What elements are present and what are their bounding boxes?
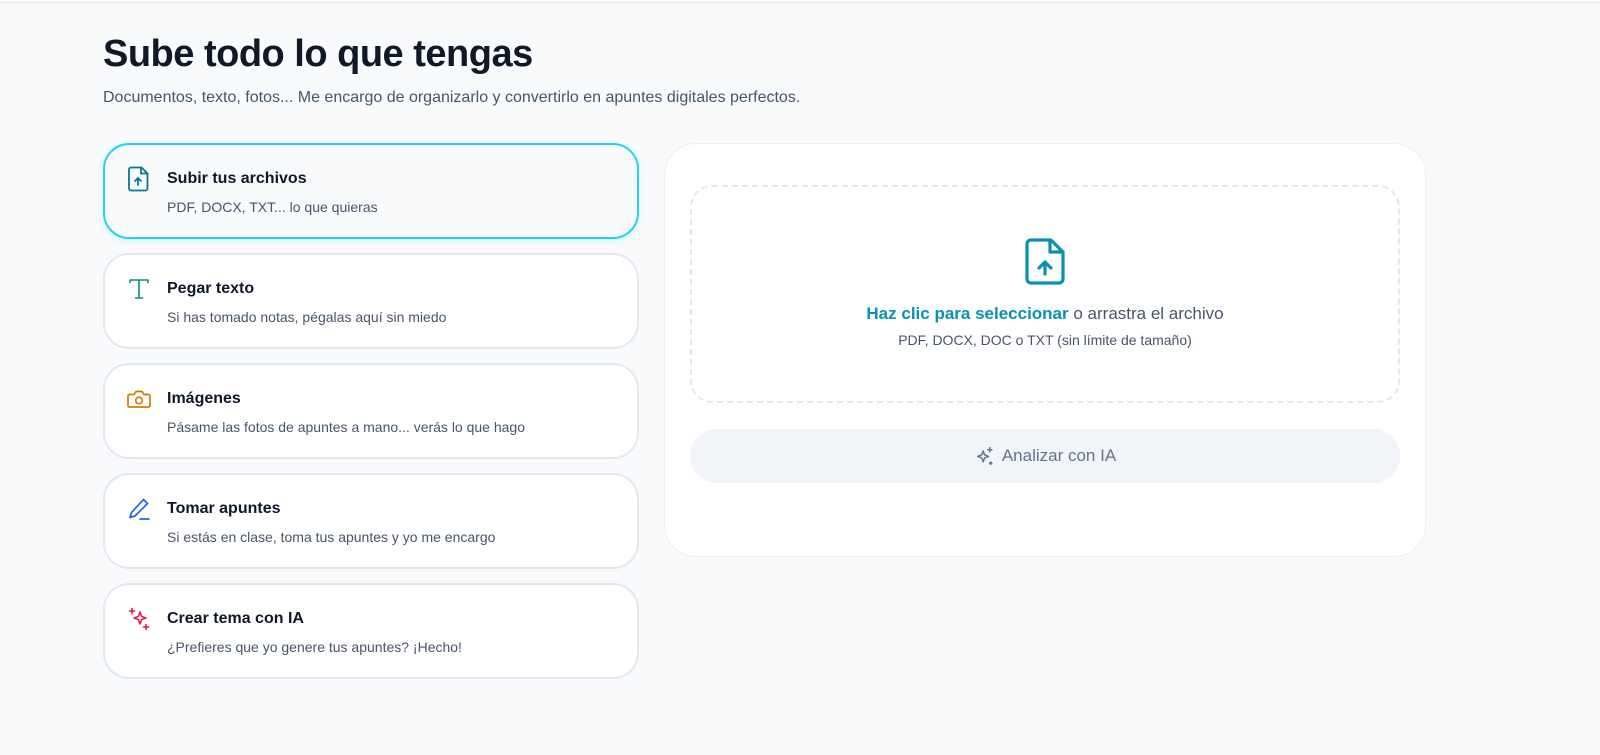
top-divider — [0, 2, 1600, 3]
option-description: Si has tomado notas, pégalas aquí sin mi… — [167, 309, 447, 325]
dropzone-instructions: Haz clic para seleccionar o arrastra el … — [692, 304, 1398, 324]
file-upload-icon — [127, 166, 151, 192]
select-file-link[interactable]: Haz clic para seleccionar — [866, 304, 1068, 323]
option-description: PDF, DOCX, TXT... lo que quieras — [167, 199, 378, 215]
analyze-button-label: Analizar con IA — [1001, 446, 1117, 465]
option-take-notes[interactable]: Tomar apuntes Si estás en clase, toma tu… — [103, 473, 639, 569]
upload-panel: Haz clic para seleccionar o arrastra el … — [664, 143, 1426, 557]
option-description: Pásame las fotos de apuntes a mano... ve… — [167, 419, 526, 435]
pen-icon — [127, 496, 151, 522]
sparkles-icon — [127, 606, 151, 632]
page-title: Sube todo lo que tengas — [103, 33, 533, 75]
option-title: Crear tema con IA — [167, 610, 304, 627]
option-title: Imágenes — [167, 390, 241, 407]
sparkles-icon — [974, 446, 994, 466]
option-title: Tomar apuntes — [167, 500, 281, 517]
text-type-icon — [127, 276, 151, 302]
option-paste-text[interactable]: Pegar texto Si has tomado notas, pégalas… — [103, 253, 639, 349]
option-description: ¿Prefieres que yo genere tus apuntes? ¡H… — [167, 639, 462, 655]
page-subtitle: Documentos, texto, fotos... Me encargo d… — [103, 89, 801, 106]
option-upload-files[interactable]: Subir tus archivos PDF, DOCX, TXT... lo … — [103, 143, 639, 239]
camera-icon — [127, 386, 151, 412]
file-dropzone[interactable]: Haz clic para seleccionar o arrastra el … — [690, 185, 1400, 403]
dropzone-drag-text: o arrastra el archivo — [1068, 304, 1224, 323]
dropzone-hint: PDF, DOCX, DOC o TXT (sin límite de tama… — [898, 332, 1192, 348]
option-title: Subir tus archivos — [167, 170, 307, 187]
option-description: Si estás en clase, toma tus apuntes y yo… — [167, 529, 496, 545]
option-images[interactable]: Imágenes Pásame las fotos de apuntes a m… — [103, 363, 639, 459]
file-upload-icon — [1024, 237, 1068, 285]
analyze-with-ai-button[interactable]: Analizar con IA — [690, 429, 1400, 483]
option-title: Pegar texto — [167, 280, 255, 297]
option-create-with-ai[interactable]: Crear tema con IA ¿Prefieres que yo gene… — [103, 583, 639, 679]
